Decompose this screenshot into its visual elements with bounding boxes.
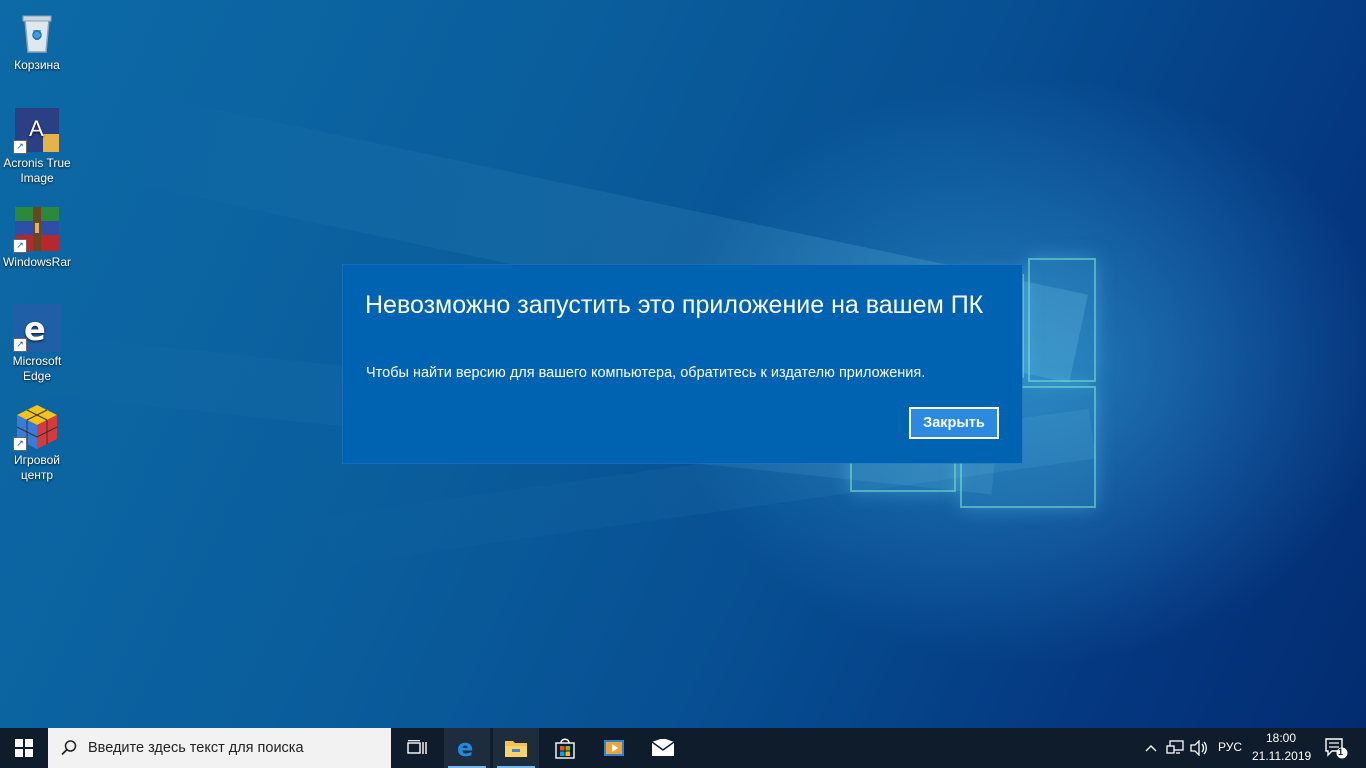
task-view-button[interactable]: [394, 728, 440, 768]
search-icon: [61, 740, 77, 756]
shortcut-arrow-icon: ↗: [13, 437, 27, 451]
clock-time[interactable]: 18:00: [1266, 731, 1296, 745]
close-button[interactable]: Закрыть: [909, 407, 999, 439]
game-center-icon: ↗: [13, 403, 61, 451]
store-icon: [555, 738, 575, 759]
desktop-icon-game-center[interactable]: ↗ Игровой центр: [2, 403, 72, 483]
task-view-icon: [407, 740, 427, 754]
chevron-up-icon: [1145, 745, 1157, 752]
taskbar-media-button[interactable]: [591, 728, 637, 768]
desktop-icon-label: Корзина: [14, 58, 60, 72]
notification-icon: [1325, 738, 1348, 759]
shortcut-arrow-icon: ↗: [13, 338, 27, 352]
clock-date[interactable]: 21.11.2019: [1252, 749, 1311, 763]
start-button[interactable]: [0, 728, 48, 768]
desktop-icon-edge[interactable]: e ↗ Microsoft Edge: [2, 304, 72, 384]
taskbar-search-box[interactable]: Введите здесь текст для поиска: [48, 728, 391, 768]
desktop-icon-label: Image: [20, 171, 54, 185]
mail-icon: [651, 739, 675, 756]
show-hidden-icons-button[interactable]: [1140, 728, 1162, 768]
file-explorer-icon: [505, 741, 527, 757]
language-indicator[interactable]: РУС: [1218, 740, 1242, 754]
acronis-icon: A ↗: [13, 106, 61, 154]
search-placeholder: Введите здесь текст для поиска: [88, 740, 304, 756]
recycle-bin-icon: [13, 8, 61, 56]
speaker-icon: [1190, 740, 1207, 756]
svg-text:e: e: [457, 736, 473, 760]
taskbar-mail-button[interactable]: [640, 728, 686, 768]
dialog-message: Чтобы найти версию для вашего компьютера…: [366, 365, 926, 381]
desktop-icon-label: центр: [20, 468, 54, 482]
svg-text:A: A: [29, 116, 44, 141]
volume-button[interactable]: [1188, 728, 1210, 768]
winrar-icon: ↗: [13, 205, 61, 253]
desktop-icon-label: Microsoft: [12, 354, 62, 368]
taskbar-explorer-button[interactable]: [493, 728, 539, 768]
windows-start-icon: [15, 739, 33, 757]
edge-icon: e: [457, 736, 473, 760]
desktop-icon-label: WindowsRar: [2, 255, 71, 269]
desktop-icon-recycle-bin[interactable]: Корзина: [2, 8, 72, 73]
error-dialog: Невозможно запустить это приложение на в…: [343, 265, 1022, 463]
taskbar-edge-button[interactable]: e: [444, 728, 490, 768]
action-center-button[interactable]: 1: [1318, 728, 1354, 768]
shortcut-arrow-icon: ↗: [13, 239, 27, 253]
desktop: Корзина A ↗ Acronis True Image ↗ Windows…: [0, 0, 1366, 728]
taskbar: Введите здесь текст для поиска e РУС 18:…: [0, 728, 1366, 768]
desktop-icon-acronis[interactable]: A ↗ Acronis True Image: [2, 106, 72, 186]
desktop-icon-winrar[interactable]: ↗ WindowsRar: [2, 205, 72, 270]
network-button[interactable]: [1164, 728, 1186, 768]
edge-icon: e ↗: [13, 304, 61, 352]
network-icon: [1166, 740, 1184, 754]
svg-text:e: e: [24, 310, 46, 348]
desktop-icon-label: Игровой: [14, 453, 60, 467]
taskbar-store-button[interactable]: [542, 728, 588, 768]
shortcut-arrow-icon: ↗: [13, 140, 27, 154]
desktop-icon-label: Acronis True: [3, 156, 71, 170]
dialog-title: Невозможно запустить это приложение на в…: [365, 291, 984, 319]
notification-count: 1: [1338, 747, 1344, 757]
desktop-icon-label: Edge: [22, 369, 52, 383]
media-player-icon: [604, 740, 624, 756]
